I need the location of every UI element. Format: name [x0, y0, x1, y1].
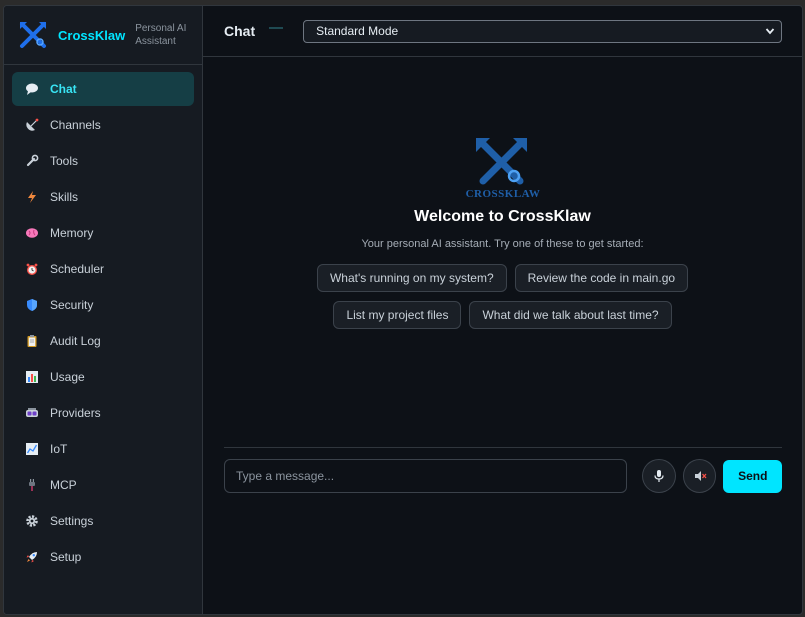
sidebar-item-label: Settings: [50, 514, 94, 528]
mode-select-value: Standard Mode: [316, 24, 399, 38]
sidebar-item-label: Channels: [50, 118, 101, 132]
brand-name: CrossKlaw: [58, 27, 126, 43]
satellite-dish-icon: [24, 117, 40, 133]
page-title: Chat: [224, 23, 256, 39]
shield-icon: [24, 297, 40, 313]
line-chart-icon: [24, 441, 40, 457]
crossklaw-logo-icon: CROSSKLAW: [465, 138, 540, 200]
sidebar-item-label: MCP: [50, 478, 77, 492]
sidebar-item-setup[interactable]: Setup: [12, 540, 194, 574]
speech-bubble-icon: [24, 81, 40, 97]
brand-tagline: Personal AI Assistant: [135, 23, 187, 47]
sidebar-item-settings[interactable]: Settings: [12, 504, 194, 538]
sidebar-item-channels[interactable]: Channels: [12, 108, 194, 142]
main-panel: Chat Standard Mode CROSSKLAW Welcome to …: [203, 6, 802, 614]
sidebar-item-audit-log[interactable]: Audit Log: [12, 324, 194, 358]
sidebar-item-providers[interactable]: Providers: [12, 396, 194, 430]
crossklaw-logo-icon: [20, 22, 46, 48]
sidebar-item-label: Audit Log: [50, 334, 101, 348]
lightning-icon: [24, 189, 40, 205]
sidebar-nav: Chat Channels Tools Skills Memory Schedu…: [4, 65, 202, 576]
mode-select[interactable]: Standard Mode: [303, 19, 783, 43]
sidebar-item-label: Scheduler: [50, 262, 105, 276]
sidebar-item-scheduler[interactable]: Scheduler: [12, 252, 194, 286]
status-indicator: [269, 27, 284, 29]
app-window: CrossKlaw Personal AI Assistant Chat Cha…: [3, 5, 803, 615]
sidebar-item-memory[interactable]: Memory: [12, 216, 194, 250]
sidebar-item-tools[interactable]: Tools: [12, 144, 194, 178]
message-composer: Send: [224, 447, 782, 493]
welcome-panel: CROSSKLAW Welcome to CrossKlaw Your pers…: [203, 136, 802, 329]
sidebar-item-label: Chat: [50, 82, 77, 96]
bar-chart-icon: [24, 369, 40, 385]
sidebar-item-chat[interactable]: Chat: [12, 72, 194, 106]
sidebar-item-label: IoT: [50, 442, 68, 456]
suggestion-row: List my project files What did we talk a…: [333, 301, 672, 329]
sidebar-item-security[interactable]: Security: [12, 288, 194, 322]
send-button[interactable]: Send: [723, 459, 782, 493]
sidebar-item-mcp[interactable]: MCP: [12, 468, 194, 502]
sidebar-item-label: Security: [50, 298, 94, 312]
sidebar-item-usage[interactable]: Usage: [12, 360, 194, 394]
sidebar-item-iot[interactable]: IoT: [12, 432, 194, 466]
sidebar-item-label: Memory: [50, 226, 94, 240]
welcome-title: Welcome to CrossKlaw: [414, 208, 591, 225]
sidebar-item-label: Setup: [50, 550, 82, 564]
microphone-icon: [654, 470, 664, 482]
brain-icon: [24, 225, 40, 241]
brand-header: CrossKlaw Personal AI Assistant: [4, 6, 202, 65]
sidebar-item-label: Skills: [50, 190, 79, 204]
gear-icon: [24, 513, 40, 529]
suggestion-chip[interactable]: What did we talk about last time?: [469, 301, 672, 329]
speaker-muted-icon: [694, 471, 707, 481]
suggestion-chip[interactable]: What's running on my system?: [316, 264, 507, 292]
top-bar: Chat Standard Mode: [203, 6, 802, 57]
sidebar-item-label: Providers: [50, 406, 101, 420]
chevron-down-icon: [765, 28, 775, 35]
sidebar-item-label: Usage: [50, 370, 85, 384]
alarm-clock-icon: [24, 261, 40, 277]
welcome-subtitle: Your personal AI assistant. Try one of t…: [361, 238, 644, 250]
message-input[interactable]: [224, 459, 628, 493]
suggestion-chip[interactable]: List my project files: [333, 301, 462, 329]
clipboard-icon: [24, 333, 40, 349]
wrench-icon: [24, 153, 40, 169]
mute-speaker-button[interactable]: [682, 459, 717, 493]
plug-icon: [24, 477, 40, 493]
sidebar-item-label: Tools: [50, 154, 79, 168]
vr-headset-icon: [24, 405, 40, 421]
suggestion-row: What's running on my system? Review the …: [316, 264, 689, 292]
rocket-icon: [24, 549, 40, 565]
logo-wordmark: CROSSKLAW: [465, 188, 540, 200]
suggestion-list: What's running on my system? Review the …: [203, 264, 802, 329]
sidebar: CrossKlaw Personal AI Assistant Chat Cha…: [4, 6, 203, 614]
suggestion-chip[interactable]: Review the code in main.go: [514, 264, 689, 292]
microphone-button[interactable]: [642, 459, 676, 493]
sidebar-item-skills[interactable]: Skills: [12, 180, 194, 214]
